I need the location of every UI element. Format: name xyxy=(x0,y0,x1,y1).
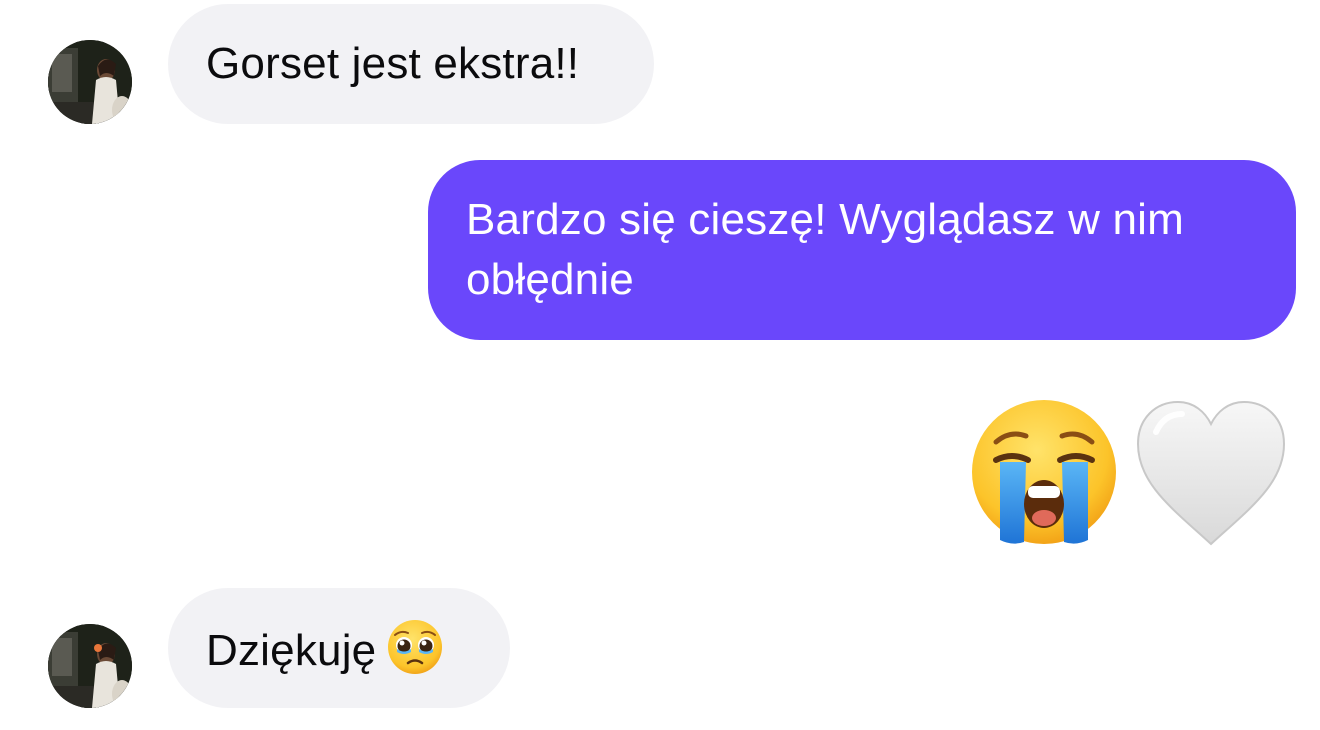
contact-avatar[interactable] xyxy=(48,40,132,124)
avatar-photo-icon xyxy=(48,40,132,124)
pleading-face-icon xyxy=(386,618,444,676)
incoming-message-bubble[interactable]: Gorset jest ekstra!! xyxy=(168,4,654,124)
avatar-photo-icon xyxy=(48,624,132,708)
message-text-line-1: Bardzo się cieszę! Wyglądasz w nim xyxy=(466,195,1184,244)
message-text: Dziękuję xyxy=(206,626,377,675)
contact-avatar[interactable] xyxy=(48,624,132,708)
loudly-crying-face-icon[interactable] xyxy=(966,396,1122,552)
message-text-line-2: obłędnie xyxy=(466,255,634,304)
white-heart-icon[interactable] xyxy=(1134,398,1288,548)
outgoing-message-bubble[interactable]: Bardzo się cieszę! Wyglądasz w nim obłęd… xyxy=(428,160,1296,340)
message-text: Gorset jest ekstra!! xyxy=(206,39,580,88)
incoming-message-bubble[interactable]: Dziękuję xyxy=(168,588,510,708)
